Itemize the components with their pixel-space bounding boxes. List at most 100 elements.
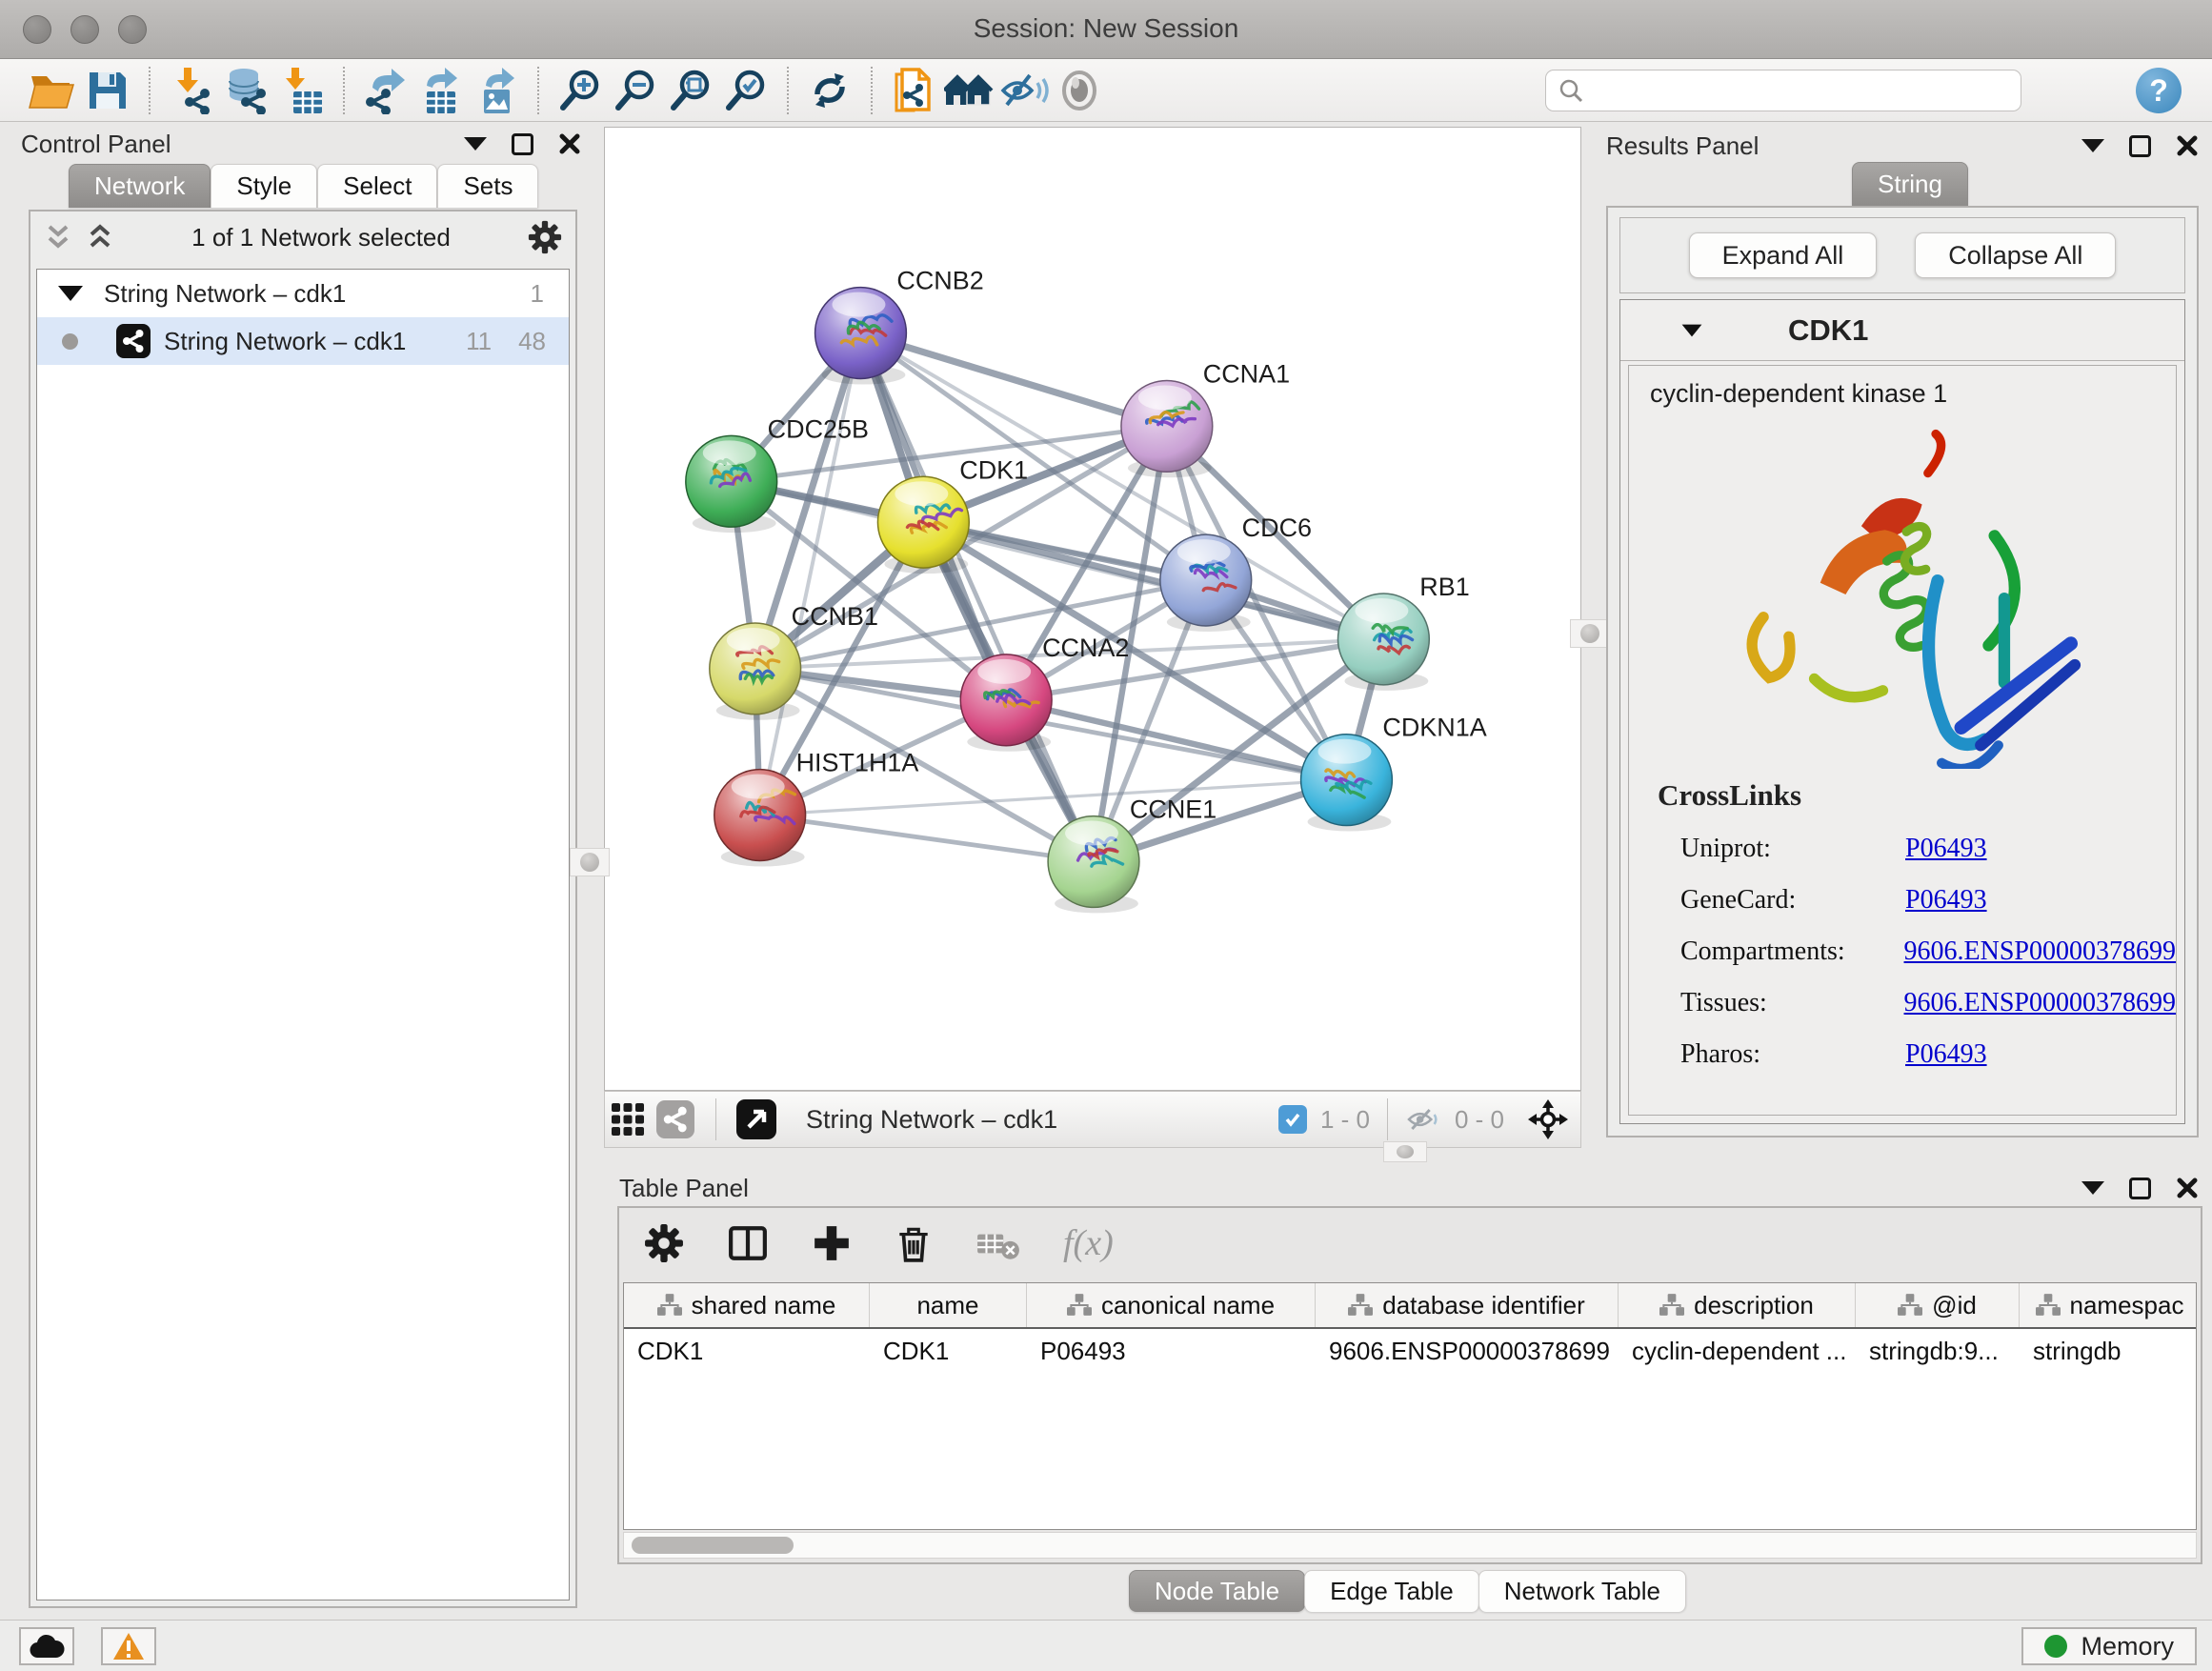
collapse-all-button[interactable]: Collapse All [1915, 232, 2116, 278]
open-file-button[interactable] [25, 63, 80, 118]
close-panel-icon[interactable] [2176, 1177, 2199, 1199]
table-cell[interactable]: CDK1 [870, 1329, 1027, 1373]
import-network-button[interactable] [164, 63, 219, 118]
tab-network[interactable]: Network [69, 164, 211, 208]
column-header-namespac[interactable]: namespac [2020, 1283, 2197, 1327]
search-input[interactable] [1584, 77, 1994, 105]
table-cell[interactable]: P06493 [1027, 1329, 1316, 1373]
close-panel-icon[interactable] [558, 132, 581, 155]
network-row[interactable]: String Network – cdk1 11 48 [37, 317, 569, 365]
table-options-gear-icon[interactable] [644, 1223, 684, 1263]
zoom-fit-button[interactable] [663, 63, 718, 118]
fit-selected-crosshair-icon[interactable] [1527, 1098, 1569, 1140]
refresh-view-button[interactable] [802, 63, 857, 118]
export-network-button[interactable] [358, 63, 413, 118]
panel-menu-icon[interactable] [464, 137, 487, 151]
save-session-button[interactable] [80, 63, 135, 118]
table-cell[interactable]: cyclin-dependent ... [1619, 1329, 1856, 1373]
detach-view-button[interactable] [732, 1092, 781, 1147]
crosslink-value-link[interactable]: 9606.ENSP00000378699 [1904, 988, 2176, 1018]
float-panel-icon[interactable] [2129, 135, 2151, 157]
network-badge-button[interactable] [651, 1092, 700, 1147]
network-edge-CCNB2-CCNA1[interactable] [860, 333, 1166, 427]
tab-edge-table[interactable]: Edge Table [1304, 1570, 1479, 1612]
clone-network-button[interactable] [886, 63, 941, 118]
toolbar-separator [715, 1098, 716, 1140]
collection-caret-icon[interactable] [58, 286, 83, 301]
table-row[interactable]: CDK1CDK1P064939606.ENSP00000378699cyclin… [624, 1329, 2196, 1373]
gene-result-card: CDK1 cyclin-dependent kinase 1 [1619, 299, 2185, 1124]
table-cell[interactable]: CDK1 [624, 1329, 870, 1373]
network-options-gear-icon[interactable] [528, 220, 562, 254]
network-view-title: String Network – cdk1 [806, 1105, 1057, 1135]
crosslink-value-link[interactable]: P06493 [1905, 834, 1987, 864]
column-header-name[interactable]: name [870, 1283, 1027, 1327]
network-overview-button[interactable] [941, 63, 996, 118]
import-network-from-database-button[interactable] [219, 63, 274, 118]
show-columns-icon[interactable] [726, 1223, 770, 1263]
cloud-status-button[interactable] [19, 1627, 74, 1665]
network-node-CCNB2[interactable]: CCNB2 [815, 267, 984, 385]
gene-header[interactable]: CDK1 [1620, 300, 2184, 361]
tab-network-table[interactable]: Network Table [1478, 1570, 1686, 1612]
table-cell[interactable]: stringdb [2020, 1329, 2197, 1373]
network-edge-CCNB2-CCNE1[interactable] [860, 333, 1094, 862]
zoom-selected-button[interactable] [718, 63, 774, 118]
export-table-button[interactable] [413, 63, 469, 118]
column-header-description[interactable]: description [1619, 1283, 1856, 1327]
add-column-icon[interactable] [812, 1223, 852, 1263]
zoom-in-button[interactable] [553, 63, 608, 118]
tab-style[interactable]: Style [211, 164, 317, 208]
network-node-CCNA1[interactable]: CCNA1 [1121, 359, 1290, 477]
float-panel-icon[interactable] [2129, 1178, 2151, 1199]
show-hidden-button[interactable] [1052, 63, 1107, 118]
warnings-button[interactable] [101, 1627, 156, 1665]
tab-node-table[interactable]: Node Table [1129, 1570, 1305, 1612]
tab-string[interactable]: String [1852, 162, 1968, 206]
network-node-CDKN1A[interactable]: CDKN1A [1301, 714, 1487, 832]
memory-button[interactable]: Memory [2021, 1627, 2197, 1665]
left-splitter-grip[interactable] [570, 848, 610, 876]
tab-sets[interactable]: Sets [437, 164, 538, 208]
network-node-CCNB1[interactable]: CCNB1 [710, 602, 878, 720]
network-node-label: CDKN1A [1382, 714, 1486, 742]
column-header-canonical-name[interactable]: canonical name [1027, 1283, 1316, 1327]
eye-slash-icon [999, 70, 1049, 111]
column-header--id[interactable]: @id [1856, 1283, 2020, 1327]
close-panel-icon[interactable] [2176, 134, 2199, 157]
panel-menu-icon[interactable] [2081, 139, 2104, 152]
selected-checkbox[interactable] [1278, 1105, 1307, 1134]
scrollbar-thumb[interactable] [632, 1537, 794, 1554]
tab-select[interactable]: Select [317, 164, 437, 208]
network-node-RB1[interactable]: RB1 [1337, 573, 1469, 691]
export-image-button[interactable] [469, 63, 524, 118]
network-node-label: CCNB2 [896, 267, 983, 295]
column-header-label: database identifier [1382, 1291, 1584, 1320]
table-horizontal-scrollbar[interactable] [623, 1532, 2197, 1559]
zoom-out-button[interactable] [608, 63, 663, 118]
grid-view-button[interactable] [605, 1092, 651, 1147]
network-canvas[interactable]: CCNB2CCNA1CDC25BCDK1CDC6RB1CCNB1CCNA2CDK… [604, 127, 1581, 1091]
table-cell[interactable]: 9606.ENSP00000378699 [1316, 1329, 1619, 1373]
gene-caret-icon[interactable] [1682, 324, 1702, 336]
hide-panels-button[interactable] [996, 63, 1052, 118]
float-panel-icon[interactable] [512, 133, 533, 155]
table-cell[interactable]: stringdb:9... [1856, 1329, 2020, 1373]
crosslink-value-link[interactable]: 9606.ENSP00000378699 [1904, 936, 2176, 967]
collapse-all-networks-icon[interactable] [86, 223, 114, 252]
expand-all-button[interactable]: Expand All [1689, 232, 1878, 278]
delete-column-icon[interactable] [894, 1223, 934, 1263]
crosslink-value-link[interactable]: P06493 [1905, 1039, 1987, 1070]
network-node-CDK1[interactable]: CDK1 [877, 455, 1028, 574]
column-header-database-identifier[interactable]: database identifier [1316, 1283, 1619, 1327]
expand-all-networks-icon[interactable] [44, 223, 72, 252]
help-button[interactable]: ? [2136, 68, 2182, 113]
crosslink-value-link[interactable]: P06493 [1905, 885, 1987, 916]
panel-menu-icon[interactable] [2081, 1181, 2104, 1195]
network-collection-row[interactable]: String Network – cdk1 1 [37, 270, 569, 317]
import-table-button[interactable] [274, 63, 330, 118]
column-header-shared-name[interactable]: shared name [624, 1283, 870, 1327]
table-box: f(x) shared namenamecanonical namedataba… [617, 1206, 2202, 1564]
network-edge-HIST1H1A-CCNE1[interactable] [760, 815, 1094, 862]
bottom-splitter-grip[interactable] [1383, 1141, 1427, 1162]
